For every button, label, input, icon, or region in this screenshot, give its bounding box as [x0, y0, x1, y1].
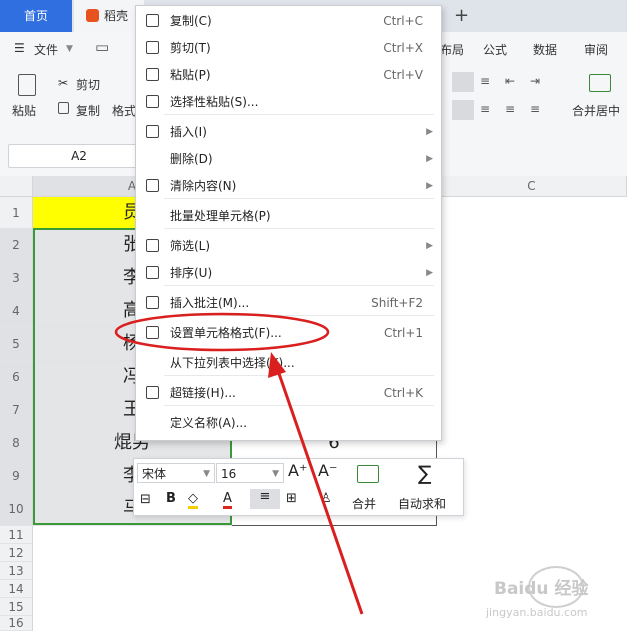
annotation-overlay — [114, 312, 364, 615]
watermark-brand: Baidu 经验 — [494, 579, 589, 599]
watermark-url: jingyan.baidu.com — [486, 606, 588, 619]
pointer-arrow-head — [268, 352, 286, 378]
pointer-arrow-shaft — [273, 361, 364, 615]
highlight-ellipse — [114, 312, 330, 352]
baidu-watermark: Baidu 经验 jingyan.baidu.com — [484, 566, 624, 626]
